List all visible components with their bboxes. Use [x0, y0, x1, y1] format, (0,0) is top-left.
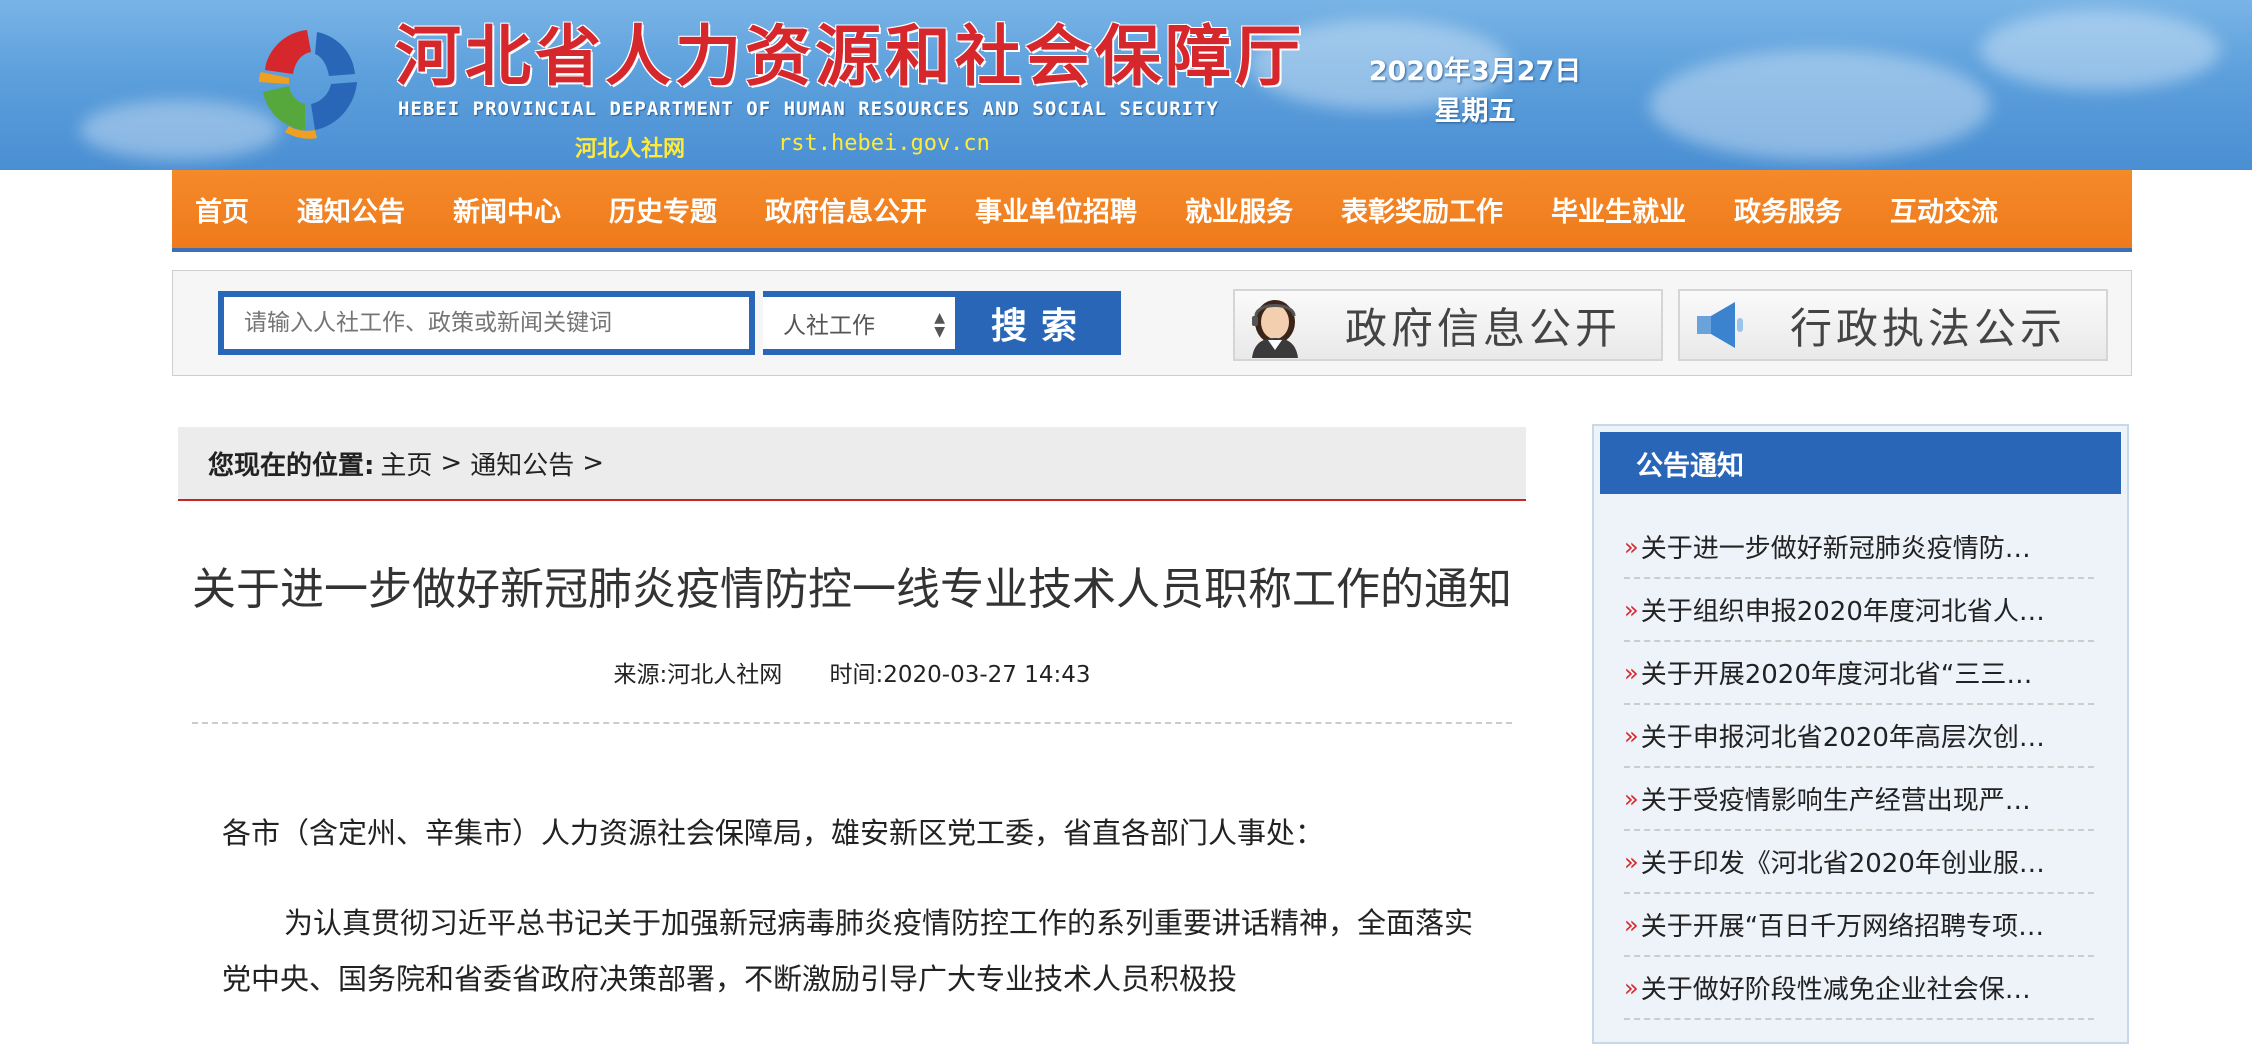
sidebar-list: » 关于进一步做好新冠肺炎疫情防… » 关于组织申报2020年度河北省人… » 关于开… [1624, 516, 2094, 1020]
notice-sidebar: 公告通知 » 关于进一步做好新冠肺炎疫情防… » 关于组织申报2020年度河北省人…… [1592, 424, 2129, 1044]
cloud-decoration [1650, 50, 1990, 160]
search-category-select[interactable]: 人社工作 ▲ ▼ [763, 291, 961, 355]
site-title: 河北省人力资源和社会保障厅 [395, 17, 1305, 95]
double-chevron-icon: » [1624, 910, 1639, 939]
nav-item-awards[interactable]: 表彰奖励工作 [1341, 190, 1503, 229]
double-chevron-icon: » [1624, 784, 1639, 813]
law-enforcement-quick-link[interactable]: 行政执法公示 [1678, 289, 2108, 361]
breadcrumb-label: 您现在的位置: [208, 450, 375, 481]
article-source: 来源:河北人社网 [613, 662, 783, 688]
search-category-value: 人社工作 [783, 313, 875, 339]
breadcrumb-separator: > [440, 448, 463, 478]
main-nav: 首页 通知公告 新闻中心 历史专题 政府信息公开 事业单位招聘 就业服务 表彰奖… [172, 170, 2132, 252]
gov-info-quick-link[interactable]: 政府信息公开 [1233, 289, 1663, 361]
article-body: 各市（含定州、辛集市）人力资源社会保障局，雄安新区党工委，省直各部门人事处： 为… [222, 805, 1492, 1007]
sidebar-item[interactable]: » 关于组织申报2020年度河北省人… [1624, 579, 2094, 642]
gov-info-label: 政府信息公开 [1345, 303, 1622, 353]
sidebar-item-text: 关于受疫情影响生产经营出现严… [1640, 786, 2031, 816]
sidebar-item[interactable]: » 关于做好阶段性减免企业社会保… [1624, 957, 2094, 1020]
sidebar-item-text: 关于组织申报2020年度河北省人… [1640, 597, 2045, 627]
breadcrumb-separator: > [582, 448, 605, 478]
header-banner: 河北省人力资源和社会保障厅 HEBEI PROVINCIAL DEPARTMEN… [0, 0, 2252, 170]
department-logo-icon[interactable] [245, 22, 375, 142]
article-title: 关于进一步做好新冠肺炎疫情防控一线专业技术人员职称工作的通知 [192, 564, 1512, 615]
article-time: 时间:2020-03-27 14:43 [829, 662, 1091, 688]
header-date: 2020年3月27日 星期五 [1330, 52, 1620, 132]
double-chevron-icon: » [1624, 847, 1639, 876]
breadcrumb-notices-link[interactable]: 通知公告 [470, 445, 574, 482]
search-button[interactable]: 搜索 [961, 291, 1121, 355]
site-subtitle-en: HEBEI PROVINCIAL DEPARTMENT OF HUMAN RES… [398, 98, 1219, 120]
sidebar-item[interactable]: » 关于申报河北省2020年高层次创… [1624, 705, 2094, 768]
nav-item-employment[interactable]: 就业服务 [1185, 190, 1293, 229]
sidebar-item-text: 关于做好阶段性减免企业社会保… [1640, 975, 2031, 1005]
breadcrumb-home-link[interactable]: 主页 [380, 445, 432, 482]
nav-item-gov-info[interactable]: 政府信息公开 [765, 190, 927, 229]
megaphone-icon [1680, 291, 1760, 359]
date-text: 2020年3月27日 [1368, 56, 1582, 87]
breadcrumb: 您现在的位置: 主页 > 通知公告 > [178, 427, 1526, 501]
sidebar-title: 公告通知 [1600, 432, 2121, 494]
search-bar: 人社工作 ▲▼ 搜索 政府信息公开 行政执法公示 [172, 270, 2132, 376]
article-meta: 来源:河北人社网 时间:2020-03-27 14:43 [178, 655, 1526, 689]
double-chevron-icon: » [1624, 595, 1639, 624]
operator-woman-icon [1235, 291, 1315, 359]
sidebar-item-text: 关于申报河北省2020年高层次创… [1640, 723, 2045, 753]
nav-item-interaction[interactable]: 互动交流 [1890, 190, 1998, 229]
double-chevron-icon: » [1624, 721, 1639, 750]
nav-item-recruitment[interactable]: 事业单位招聘 [975, 190, 1137, 229]
article-paragraph: 各市（含定州、辛集市）人力资源社会保障局，雄安新区党工委，省直各部门人事处： [222, 816, 1325, 850]
cloud-decoration [1980, 10, 2220, 90]
double-chevron-icon: » [1624, 532, 1639, 561]
select-arrows-icon: ▲ ▼ [934, 310, 945, 340]
weekday-text: 星期五 [1434, 96, 1516, 127]
double-chevron-icon: » [1624, 973, 1639, 1002]
search-input[interactable] [218, 291, 755, 355]
site-short-name: 河北人社网 [575, 137, 686, 162]
sidebar-item[interactable]: » 关于印发《河北省2020年创业服… [1624, 831, 2094, 894]
sidebar-item[interactable]: » 关于进一步做好新冠肺炎疫情防… [1624, 516, 2094, 579]
article-paragraph: 为认真贯彻习近平总书记关于加强新冠病毒肺炎疫情防控工作的系列重要讲话精神，全面落… [222, 906, 1474, 996]
sidebar-item[interactable]: » 关于开展2020年度河北省“三三… [1624, 642, 2094, 705]
site-url: rst.hebei.gov.cn [778, 131, 990, 156]
nav-item-home[interactable]: 首页 [195, 190, 249, 229]
nav-item-history[interactable]: 历史专题 [609, 190, 717, 229]
nav-item-news[interactable]: 新闻中心 [453, 190, 561, 229]
article-divider [192, 722, 1512, 724]
sidebar-item[interactable]: » 关于受疫情影响生产经营出现严… [1624, 768, 2094, 831]
sidebar-item-text: 关于印发《河北省2020年创业服… [1640, 849, 2045, 879]
sidebar-item-text: 关于开展“百日千万网络招聘专项… [1640, 912, 2045, 942]
nav-item-notices[interactable]: 通知公告 [297, 190, 405, 229]
double-chevron-icon: » [1624, 658, 1639, 687]
nav-item-graduates[interactable]: 毕业生就业 [1551, 190, 1686, 229]
sidebar-item-text: 关于开展2020年度河北省“三三… [1640, 660, 2033, 690]
sidebar-item[interactable]: » 关于开展“百日千万网络招聘专项… [1624, 894, 2094, 957]
nav-item-services[interactable]: 政务服务 [1734, 190, 1842, 229]
law-enforcement-label: 行政执法公示 [1790, 303, 2067, 353]
sidebar-item-text: 关于进一步做好新冠肺炎疫情防… [1640, 534, 2031, 564]
